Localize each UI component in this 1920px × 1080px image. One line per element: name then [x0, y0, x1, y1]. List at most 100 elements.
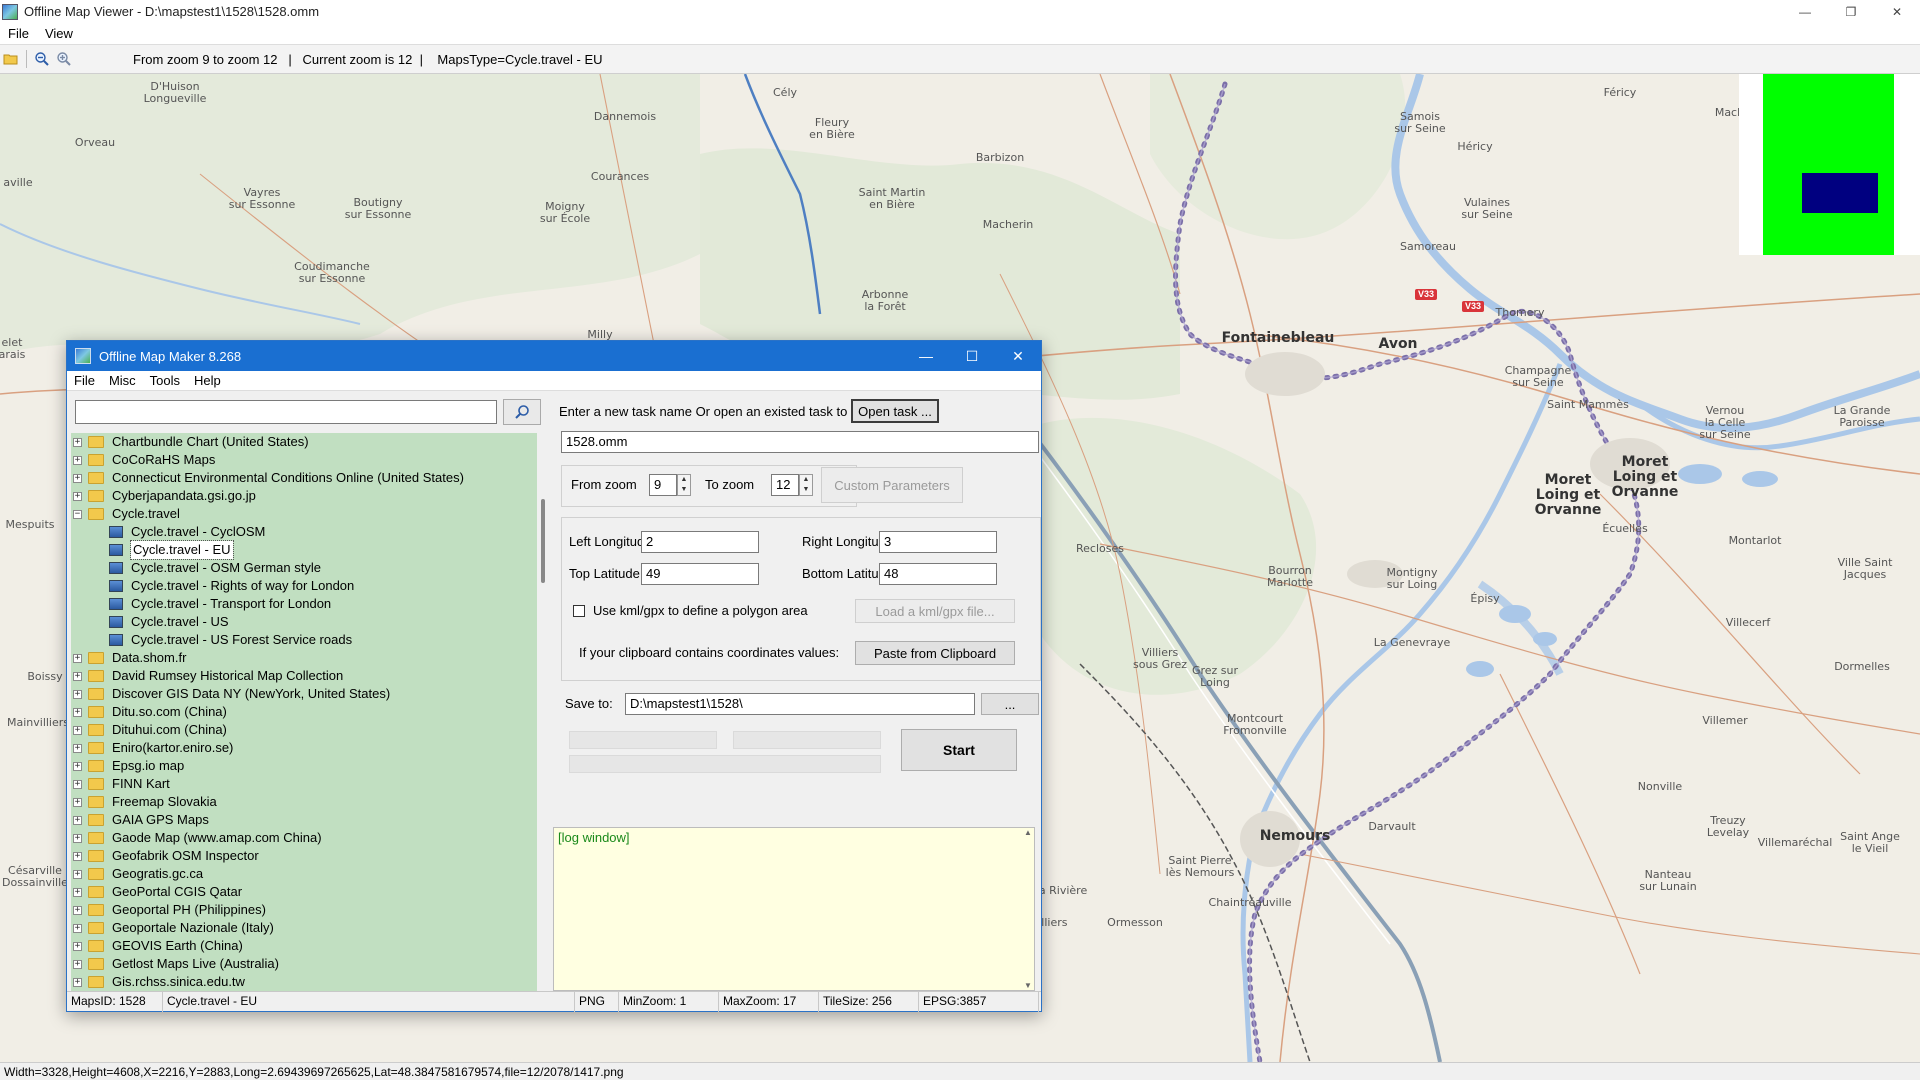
dialog-titlebar: Offline Map Maker 8.268 — ☐ ✕ — [67, 341, 1041, 371]
tree-folder-item[interactable]: + Epsg.io map — [71, 757, 537, 775]
tree-folder-item[interactable]: + GeoPortal CGIS Qatar — [71, 883, 537, 901]
tree-folder-item[interactable]: + Geoportale Nazionale (Italy) — [71, 919, 537, 937]
expand-icon[interactable]: + — [73, 833, 82, 843]
dialog-menu-file[interactable]: File — [67, 373, 102, 388]
browse-button[interactable]: ... — [981, 693, 1039, 715]
tree-folder-item[interactable]: + Ditu.so.com (China) — [71, 703, 537, 721]
tree-map-item[interactable]: Cycle.travel - US — [71, 613, 537, 631]
custom-parameters-button[interactable]: Custom Parameters — [821, 467, 963, 503]
tree-folder-item[interactable]: + Freemap Slovakia — [71, 793, 537, 811]
tree-folder-item[interactable]: + Connecticut Environmental Conditions On… — [71, 469, 537, 487]
maximize-button[interactable]: ❐ — [1828, 0, 1874, 23]
close-button[interactable]: ✕ — [1874, 0, 1920, 23]
log-window[interactable]: [log window] ▲ ▼ — [553, 827, 1035, 991]
map-search-input[interactable] — [75, 400, 497, 424]
menu-view[interactable]: View — [37, 26, 81, 41]
from-zoom-spinner[interactable]: ▲ ▼ — [677, 474, 691, 496]
save-path-input[interactable]: D:\mapstest1\1528\ — [625, 693, 975, 715]
map-source-tree[interactable]: + Chartbundle Chart (United States) + CoCoR… — [71, 433, 537, 991]
expand-icon[interactable]: + — [73, 851, 82, 861]
collapse-icon[interactable]: − — [73, 509, 82, 519]
start-button[interactable]: Start — [901, 729, 1017, 771]
map-overview-minimap[interactable] — [1739, 74, 1920, 255]
dialog-menu-tools[interactable]: Tools — [143, 373, 187, 388]
overview-current-view[interactable] — [1802, 173, 1878, 213]
tree-map-item[interactable]: Cycle.travel - CyclOSM — [71, 523, 537, 541]
tree-folder-item[interactable]: + Geoportal PH (Philippines) — [71, 901, 537, 919]
expand-icon[interactable]: + — [73, 815, 82, 825]
to-zoom-spinner[interactable]: ▲ ▼ — [799, 474, 813, 496]
dialog-menu-help[interactable]: Help — [187, 373, 228, 388]
zoom-in-icon[interactable] — [53, 48, 75, 70]
dialog-maximize-button[interactable]: ☐ — [949, 341, 995, 371]
expand-icon[interactable]: + — [73, 905, 82, 915]
paste-clipboard-button[interactable]: Paste from Clipboard — [855, 641, 1015, 665]
expand-icon[interactable]: + — [73, 779, 82, 789]
expand-icon[interactable]: + — [73, 689, 82, 699]
tree-folder-item[interactable]: + GAIA GPS Maps — [71, 811, 537, 829]
bottom-latitude-input[interactable]: 48 — [879, 563, 997, 585]
tree-map-item[interactable]: Cycle.travel - US Forest Service roads — [71, 631, 537, 649]
tree-folder-item[interactable]: + CoCoRaHS Maps — [71, 451, 537, 469]
expand-icon[interactable]: + — [73, 725, 82, 735]
open-folder-icon[interactable] — [0, 48, 22, 70]
dialog-minimize-button[interactable]: — — [903, 341, 949, 371]
tree-folder-item[interactable]: + Dituhui.com (China) — [71, 721, 537, 739]
tree-map-item[interactable]: Cycle.travel - OSM German style — [71, 559, 537, 577]
top-latitude-input[interactable]: 49 — [641, 563, 759, 585]
tree-map-item[interactable]: Cycle.travel - EU — [71, 540, 537, 560]
expand-icon[interactable]: + — [73, 797, 82, 807]
open-task-button[interactable]: Open task ... — [851, 399, 939, 423]
expand-icon[interactable]: + — [73, 437, 82, 447]
expand-icon[interactable]: + — [73, 671, 82, 681]
tree-folder-item[interactable]: + Eniro(kartor.eniro.se) — [71, 739, 537, 757]
expand-icon[interactable]: + — [73, 455, 82, 465]
log-scrollbar[interactable]: ▲ ▼ — [1022, 828, 1034, 990]
tree-folder-item[interactable]: + Gaode Map (www.amap.com China) — [71, 829, 537, 847]
to-zoom-input[interactable]: 12 — [771, 474, 799, 496]
tree-folder-item[interactable]: + Geogratis.gc.ca — [71, 865, 537, 883]
zoom-out-icon[interactable] — [31, 48, 53, 70]
tree-folder-item[interactable]: + Data.shom.fr — [71, 649, 537, 667]
expand-icon[interactable]: + — [73, 761, 82, 771]
expand-icon[interactable]: + — [73, 959, 82, 969]
kml-polygon-checkbox[interactable] — [573, 605, 585, 617]
expand-icon[interactable]: + — [73, 977, 82, 987]
map-town-label: Darvault — [1368, 820, 1416, 833]
tree-folder-item[interactable]: − Cycle.travel — [71, 505, 537, 523]
expand-icon[interactable]: + — [73, 491, 82, 501]
dialog-close-button[interactable]: ✕ — [995, 341, 1041, 371]
expand-icon[interactable]: + — [73, 473, 82, 483]
tree-folder-item[interactable]: + FINN Kart — [71, 775, 537, 793]
menu-file[interactable]: File — [0, 26, 37, 41]
tree-folder-item[interactable]: + David Rumsey Historical Map Collection — [71, 667, 537, 685]
expand-icon[interactable]: + — [73, 887, 82, 897]
expand-icon[interactable]: + — [73, 743, 82, 753]
left-longitude-input[interactable]: 2 — [641, 531, 759, 553]
from-zoom-input[interactable]: 9 — [649, 474, 677, 496]
minimize-button[interactable]: — — [1782, 0, 1828, 23]
load-kml-button[interactable]: Load a kml/gpx file... — [855, 599, 1015, 623]
expand-icon[interactable]: + — [73, 707, 82, 717]
tree-scrollbar[interactable] — [539, 433, 549, 991]
expand-icon[interactable]: + — [73, 653, 82, 663]
tree-folder-item[interactable]: + Chartbundle Chart (United States) — [71, 433, 537, 451]
task-name-input[interactable]: 1528.omm — [561, 431, 1039, 453]
folder-icon — [88, 814, 104, 826]
tree-folder-item[interactable]: + Discover GIS Data NY (NewYork, United S… — [71, 685, 537, 703]
dialog-menu-misc[interactable]: Misc — [102, 373, 143, 388]
tree-folder-item[interactable]: + Geofabrik OSM Inspector — [71, 847, 537, 865]
tree-scrollbar-thumb[interactable] — [541, 499, 545, 583]
map-search-button[interactable] — [503, 399, 541, 425]
tree-map-item[interactable]: Cycle.travel - Transport for London — [71, 595, 537, 613]
tree-folder-item[interactable]: + Cyberjapandata.gsi.go.jp — [71, 487, 537, 505]
expand-icon[interactable]: + — [73, 869, 82, 879]
tree-map-item[interactable]: Cycle.travel - Rights of way for London — [71, 577, 537, 595]
tree-item-label: Gaode Map (www.amap.com China) — [112, 830, 322, 845]
right-longitude-input[interactable]: 3 — [879, 531, 997, 553]
expand-icon[interactable]: + — [73, 941, 82, 951]
expand-icon[interactable]: + — [73, 923, 82, 933]
tree-folder-item[interactable]: + Getlost Maps Live (Australia) — [71, 955, 537, 973]
tree-folder-item[interactable]: + GEOVIS Earth (China) — [71, 937, 537, 955]
tree-folder-item[interactable]: + Gis.rchss.sinica.edu.tw — [71, 973, 537, 991]
